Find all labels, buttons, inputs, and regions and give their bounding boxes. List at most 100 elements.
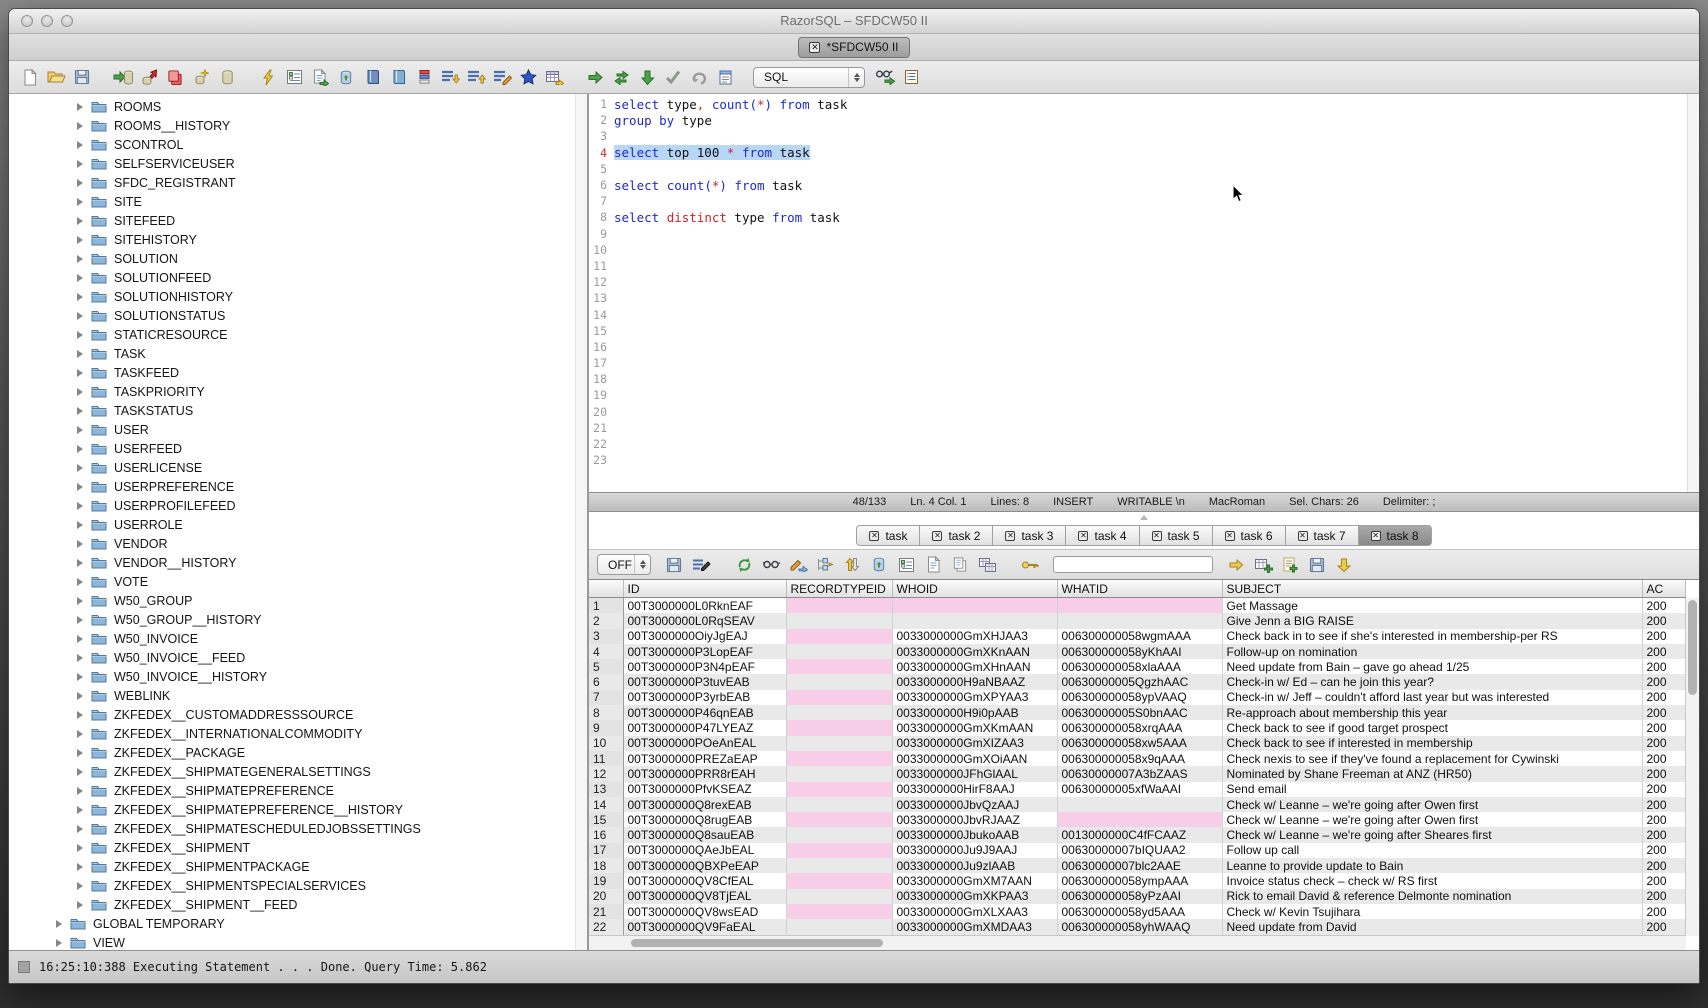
- close-tab-icon[interactable]: ✕: [869, 531, 879, 541]
- execute-icon[interactable]: [256, 65, 280, 89]
- editor-line[interactable]: 11: [589, 258, 1699, 274]
- table-cell[interactable]: Give Jenn a BIG RAISE: [1222, 613, 1642, 628]
- table-row[interactable]: 600T3000000P3tuvEAB0033000000H9aNBAAZ006…: [589, 674, 1686, 689]
- table-cell[interactable]: 0033000000Ju9zlAAB: [892, 858, 1057, 873]
- row-number-cell[interactable]: 18: [589, 858, 623, 873]
- row-number-cell[interactable]: 22: [589, 919, 623, 934]
- table-cell[interactable]: Check back in to see if she's interested…: [1222, 629, 1642, 644]
- editor-line[interactable]: 13: [589, 290, 1699, 306]
- table-cell[interactable]: 006300000058yPzAAI: [1057, 889, 1222, 904]
- tree-item[interactable]: SOLUTIONFEED: [9, 268, 587, 287]
- expand-arrow-icon[interactable]: [77, 844, 83, 852]
- row-number-cell[interactable]: 1: [589, 598, 623, 614]
- editor-line[interactable]: 9: [589, 226, 1699, 242]
- edit-lines-icon[interactable]: [490, 65, 514, 89]
- table-cell[interactable]: 006300000058xrqAAA: [1057, 720, 1222, 735]
- editor-line[interactable]: 23: [589, 452, 1699, 468]
- table-row[interactable]: 1800T3000000QBXPeEAP0033000000Ju9zlAAB00…: [589, 858, 1686, 873]
- refresh-db-icon[interactable]: [867, 553, 891, 577]
- tree-item[interactable]: USER: [9, 420, 587, 439]
- table-cell[interactable]: 200: [1642, 659, 1686, 674]
- connect-db-icon[interactable]: [111, 65, 135, 89]
- table-cell[interactable]: [892, 598, 1057, 614]
- row-number-cell[interactable]: 12: [589, 766, 623, 781]
- table-cell[interactable]: 006300000058yd5AAA: [1057, 904, 1222, 919]
- refresh-green-icon[interactable]: [732, 553, 756, 577]
- expand-arrow-icon[interactable]: [77, 236, 83, 244]
- editor-line[interactable]: 21: [589, 420, 1699, 436]
- favorite-star-icon[interactable]: [516, 65, 540, 89]
- table-row[interactable]: 1200T3000000PRR8rEAH0033000000JFhGlAAL00…: [589, 766, 1686, 781]
- editor-line[interactable]: 8select distinct type from task: [589, 209, 1699, 225]
- tree-item[interactable]: ZKFEDEX__SHIPMENT__FEED: [9, 895, 587, 914]
- tree-item[interactable]: USERPREFERENCE: [9, 477, 587, 496]
- form-icon[interactable]: [282, 65, 306, 89]
- table-cell[interactable]: 0033000000GmXOiAAN: [892, 751, 1057, 766]
- close-tab-icon[interactable]: ✕: [932, 531, 942, 541]
- table-cell[interactable]: 200: [1642, 812, 1686, 827]
- table-cell[interactable]: 00T3000000PRR8rEAH: [623, 766, 786, 781]
- expand-arrow-icon[interactable]: [77, 825, 83, 833]
- table-cell[interactable]: [786, 797, 892, 812]
- save-icon[interactable]: [70, 65, 94, 89]
- table-row[interactable]: 1400T3000000Q8rexEAB0033000000JbvQzAAJCh…: [589, 797, 1686, 812]
- expand-arrow-icon[interactable]: [56, 920, 62, 928]
- table-cell[interactable]: 0033000000GmXKmAAN: [892, 720, 1057, 735]
- tree-item[interactable]: ROOMS: [9, 97, 587, 116]
- table-cell[interactable]: 200: [1642, 705, 1686, 720]
- sort-up-icon[interactable]: [464, 65, 488, 89]
- go-yellow-icon[interactable]: [1224, 553, 1248, 577]
- table-cell[interactable]: 0033000000GmXHJAA3: [892, 629, 1057, 644]
- table-row[interactable]: 1000T3000000POeAnEAL0033000000GmXIZAA300…: [589, 736, 1686, 751]
- tree-item[interactable]: USERPROFILEFEED: [9, 496, 587, 515]
- table-cell[interactable]: 00T3000000POeAnEAL: [623, 736, 786, 751]
- table-cell[interactable]: 006300000058x9qAAA: [1057, 751, 1222, 766]
- table-cell[interactable]: 0033000000GmXIZAA3: [892, 736, 1057, 751]
- tree-item[interactable]: USERROLE: [9, 515, 587, 534]
- table-cell[interactable]: 0033000000GmXM7AAN: [892, 873, 1057, 888]
- table-cell[interactable]: Nominated by Shane Freeman at ANZ (HR50): [1222, 766, 1642, 781]
- expand-arrow-icon[interactable]: [77, 768, 83, 776]
- table-cell[interactable]: 200: [1642, 827, 1686, 842]
- tree-item[interactable]: ZKFEDEX__SHIPMENT: [9, 838, 587, 857]
- table-cell[interactable]: 0033000000GmXMDAA3: [892, 919, 1057, 934]
- tab-task[interactable]: ✕task: [856, 525, 920, 546]
- table-cell[interactable]: Check-in w/ Ed – can he join this year?: [1222, 674, 1642, 689]
- table-row[interactable]: 1500T3000000Q8rugEAB0033000000JbvRJAAZCh…: [589, 812, 1686, 827]
- table-cell[interactable]: [1057, 598, 1222, 614]
- table-cell[interactable]: 200: [1642, 782, 1686, 797]
- table-cell[interactable]: 200: [1642, 644, 1686, 659]
- table-cell[interactable]: 200: [1642, 766, 1686, 781]
- expand-arrow-icon[interactable]: [77, 521, 83, 529]
- tree-item[interactable]: W50_INVOICE__HISTORY: [9, 667, 587, 686]
- expand-arrow-icon[interactable]: [77, 578, 83, 586]
- expand-arrow-icon[interactable]: [77, 711, 83, 719]
- table-cell[interactable]: 00T3000000QAeJbEAL: [623, 843, 786, 858]
- table-cell[interactable]: Rick to email David & reference Delmonte…: [1222, 889, 1642, 904]
- table-cell[interactable]: Follow up call: [1222, 843, 1642, 858]
- row-number-cell[interactable]: 19: [589, 873, 623, 888]
- table-cell[interactable]: 00T3000000L0RqSEAV: [623, 613, 786, 628]
- expand-arrow-icon[interactable]: [77, 654, 83, 662]
- table-cell[interactable]: 200: [1642, 613, 1686, 628]
- save-icon[interactable]: [1305, 553, 1329, 577]
- table-cell[interactable]: 200: [1642, 720, 1686, 735]
- arrow-down-icon[interactable]: [635, 65, 659, 89]
- table-cell[interactable]: Get Massage: [1222, 598, 1642, 614]
- table-cell[interactable]: 00T3000000PREZaEAP: [623, 751, 786, 766]
- table-cell[interactable]: [786, 690, 892, 705]
- column-header-whatid[interactable]: WHATID: [1057, 580, 1222, 598]
- table-cell[interactable]: 200: [1642, 873, 1686, 888]
- table-cell[interactable]: 200: [1642, 629, 1686, 644]
- vertical-scroll-thumb[interactable]: [1688, 600, 1697, 695]
- expand-arrow-icon[interactable]: [77, 863, 83, 871]
- table-row[interactable]: 2000T3000000QV8TjEAL0033000000GmXKPAA300…: [589, 889, 1686, 904]
- expand-arrow-icon[interactable]: [77, 616, 83, 624]
- row-limit-select[interactable]: OFF: [597, 554, 651, 575]
- table-cell[interactable]: 200: [1642, 797, 1686, 812]
- table-cell[interactable]: 006300000058ympAAA: [1057, 873, 1222, 888]
- expand-arrow-icon[interactable]: [77, 635, 83, 643]
- table-cell[interactable]: 00T3000000Q8rexEAB: [623, 797, 786, 812]
- title-bar[interactable]: RazorSQL – SFDCW50 II: [9, 9, 1699, 34]
- table-cell[interactable]: 0033000000GmXLXAA3: [892, 904, 1057, 919]
